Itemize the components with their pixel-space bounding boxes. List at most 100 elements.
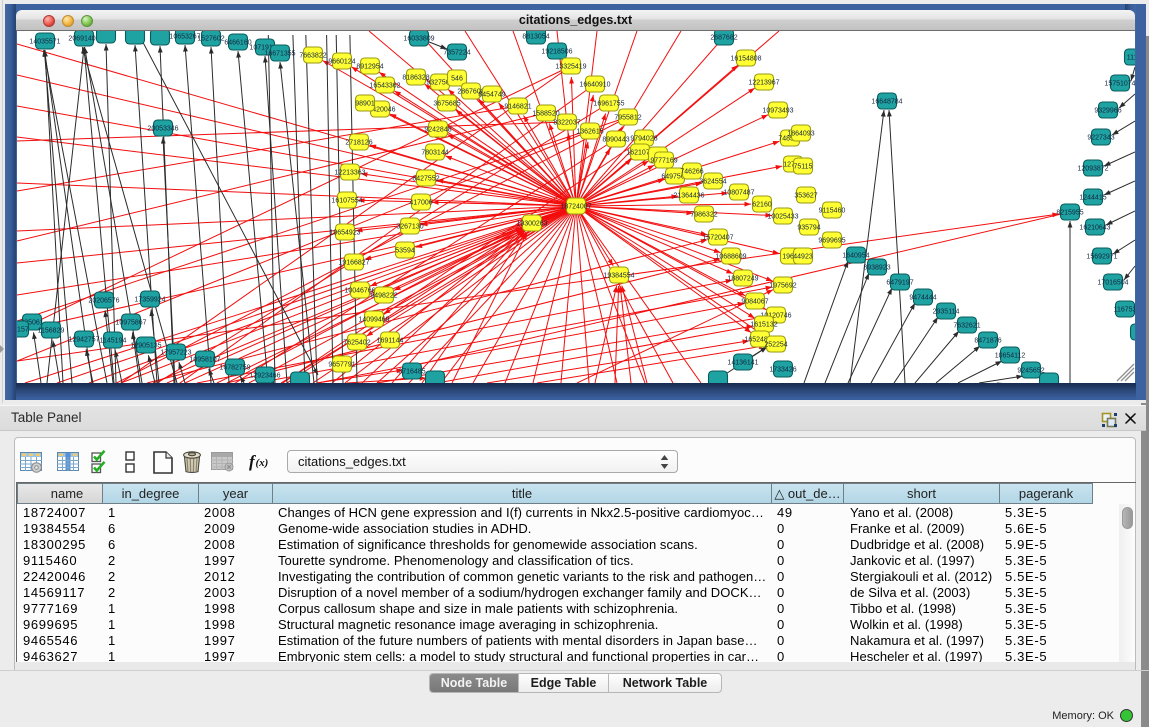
svg-text:8215955: 8215955: [1056, 210, 1083, 217]
svg-text:12093872: 12093872: [1077, 166, 1108, 173]
svg-text:8454749: 8454749: [478, 92, 505, 99]
svg-text:19654923: 19654923: [329, 230, 360, 237]
svg-text:19218506: 19218506: [541, 49, 572, 56]
svg-text:10654112: 10654112: [995, 353, 1026, 360]
svg-text:10807487: 10807487: [723, 190, 754, 197]
svg-text:53594: 53594: [395, 248, 415, 255]
svg-text:8813054: 8813054: [522, 34, 549, 41]
svg-text:3716485: 3716485: [398, 369, 425, 376]
svg-text:9699695: 9699695: [818, 238, 845, 245]
svg-text:7803144: 7803144: [421, 150, 448, 157]
svg-text:1244415: 1244415: [1079, 195, 1106, 202]
svg-text:9245652: 9245652: [1017, 368, 1044, 375]
svg-text:1975692: 1975692: [769, 283, 796, 290]
svg-text:19300263: 19300263: [516, 221, 547, 228]
svg-text:9794028: 9794028: [630, 136, 657, 143]
svg-text:7625402: 7625402: [343, 340, 370, 347]
svg-text:9329966: 9329966: [1094, 108, 1121, 115]
svg-text:9660124: 9660124: [328, 59, 355, 66]
svg-text:9777169: 9777169: [650, 158, 677, 165]
svg-text:62160: 62160: [752, 202, 772, 209]
svg-text:10973493: 10973493: [762, 108, 793, 115]
svg-text:9498222: 9498222: [370, 293, 397, 300]
svg-text:98901: 98901: [355, 101, 375, 108]
svg-text:8938923: 8938923: [863, 265, 890, 272]
svg-text:6466160: 6466160: [224, 40, 251, 47]
svg-text:20206576: 20206576: [88, 298, 119, 305]
svg-text:18807249: 18807249: [727, 276, 758, 283]
svg-text:14035571: 14035571: [29, 39, 60, 46]
svg-text:8471876: 8471876: [974, 338, 1001, 345]
svg-text:3675685: 3675685: [433, 101, 460, 108]
svg-text:75115: 75115: [794, 164, 813, 171]
svg-text:20053346: 20053346: [147, 126, 178, 133]
svg-text:16640910: 16640910: [579, 82, 610, 89]
svg-text:16210643: 16210643: [1079, 225, 1110, 232]
svg-text:12905135: 12905135: [130, 343, 161, 350]
svg-text:17957223: 17957223: [160, 350, 191, 357]
svg-text:1527602: 1527602: [197, 36, 224, 43]
svg-text:1112: 1112: [1127, 55, 1135, 62]
svg-text:7663822: 7663822: [299, 53, 326, 60]
svg-text:16033809: 16033809: [403, 36, 434, 43]
svg-text:1362615: 1362615: [576, 129, 603, 136]
svg-text:12213967: 12213967: [748, 80, 779, 87]
svg-text:1615132: 1615132: [750, 322, 777, 329]
svg-text:16648784: 16648784: [871, 99, 902, 106]
svg-text:10975867: 10975867: [115, 320, 146, 327]
svg-text:9146821: 9146821: [504, 104, 531, 111]
svg-text:8322037: 8322037: [553, 120, 580, 127]
svg-text:7986322: 7986322: [690, 212, 717, 219]
svg-text:9474444: 9474444: [909, 295, 936, 302]
svg-text:15720407: 15720407: [702, 235, 733, 242]
svg-text:10958107: 10958107: [189, 357, 220, 364]
svg-text:10025433: 10025433: [767, 214, 798, 221]
svg-text:10653267: 10653267: [169, 34, 200, 41]
svg-text:12942757: 12942757: [68, 337, 99, 344]
svg-text:12213363: 12213363: [334, 170, 365, 177]
svg-text:9084067: 9084067: [741, 299, 768, 306]
svg-text:1691144: 1691144: [377, 338, 404, 345]
svg-text:1156829: 1156829: [38, 328, 65, 335]
svg-text:8990443: 8990443: [602, 137, 629, 144]
svg-text:16961755: 16961755: [593, 101, 624, 108]
svg-text:19384554: 19384554: [603, 273, 634, 280]
svg-text:2718126: 2718126: [345, 140, 372, 147]
svg-text:21364436: 21364436: [673, 193, 704, 200]
svg-text:14136141: 14136141: [727, 360, 758, 367]
svg-text:7632621: 7632621: [953, 323, 980, 330]
svg-text:15751074: 15751074: [1104, 81, 1135, 88]
svg-text:746266: 746266: [680, 169, 703, 176]
svg-text:(x): (x): [256, 457, 269, 469]
svg-text:44923: 44923: [793, 254, 813, 261]
svg-text:1864093: 1864093: [787, 131, 814, 138]
svg-text:8427552: 8427552: [412, 176, 439, 183]
svg-text:2935114: 2935114: [933, 309, 960, 316]
svg-text:15692971: 15692971: [1086, 254, 1117, 261]
svg-text:39157: 39157: [17, 327, 29, 334]
svg-text:16107554: 16107554: [331, 198, 362, 205]
svg-text:417006: 417006: [409, 200, 432, 207]
svg-text:17016504: 17016504: [1097, 280, 1128, 287]
svg-text:252254: 252254: [764, 342, 787, 349]
svg-text:1640954: 1640954: [842, 253, 869, 260]
svg-text:1588520: 1588520: [532, 111, 559, 118]
svg-text:16671355: 16671355: [264, 51, 295, 58]
svg-text:12923466: 12923466: [249, 373, 280, 380]
svg-text:546: 546: [451, 76, 463, 83]
svg-text:9227343: 9227343: [1087, 135, 1114, 142]
svg-text:16782759: 16782759: [219, 365, 250, 372]
svg-text:17359924: 17359924: [134, 297, 165, 304]
svg-text:1145194: 1145194: [100, 338, 127, 345]
svg-text:16543362: 16543362: [369, 83, 400, 90]
svg-text:19166827: 19166827: [338, 260, 369, 267]
svg-text:20691406: 20691406: [68, 36, 99, 43]
svg-text:116753: 116753: [1114, 307, 1135, 314]
svg-text:9242848: 9242848: [424, 127, 451, 134]
svg-text:353627: 353627: [794, 193, 817, 200]
svg-text:9115460: 9115460: [819, 208, 846, 215]
svg-text:3624554: 3624554: [699, 179, 726, 186]
svg-text:8912954: 8912954: [356, 64, 383, 71]
svg-text:10688609: 10688609: [715, 254, 746, 261]
svg-text:6479197: 6479197: [886, 280, 913, 287]
